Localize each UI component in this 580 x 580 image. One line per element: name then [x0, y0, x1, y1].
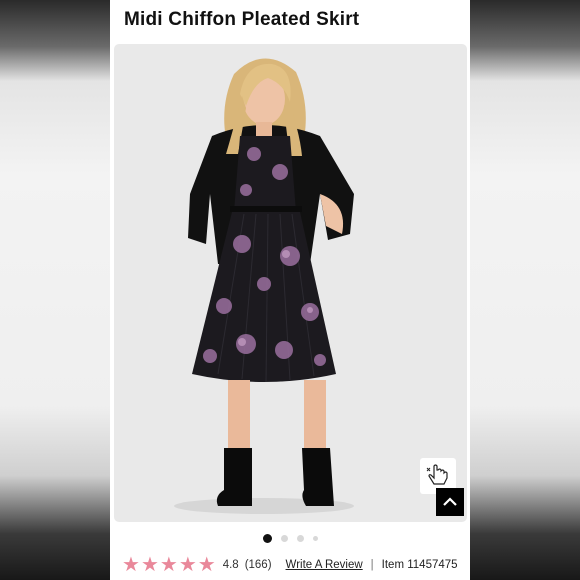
product-image[interactable]: [114, 44, 467, 522]
gallery-pagination: [110, 532, 470, 544]
star-icon: ★: [178, 554, 197, 576]
item-number: Item 11457475: [381, 559, 458, 571]
gallery-dot-1[interactable]: [262, 533, 272, 543]
model-illustration: [174, 58, 354, 514]
star-icon: ★: [197, 554, 216, 576]
product-page: Midi Chiffon Pleated Skirt ★ ★ ★ ★ ★ 4.8…: [110, 0, 470, 580]
star-icon: ★: [140, 554, 159, 576]
chevron-up-icon: [443, 497, 457, 506]
background-right: [470, 0, 580, 580]
gallery-dot-3[interactable]: [296, 534, 304, 542]
scroll-to-top-button[interactable]: [436, 488, 464, 516]
star-icon: ★: [159, 554, 178, 576]
background-left: [0, 0, 110, 580]
star-rating: ★ ★ ★ ★ ★: [122, 555, 216, 575]
rating-bar: ★ ★ ★ ★ ★ 4.8 (166) Write A Review | Ite…: [122, 554, 458, 576]
separator: |: [370, 559, 374, 571]
gallery-dot-2[interactable]: [280, 534, 288, 542]
review-count: (166): [244, 559, 272, 571]
star-icon: ★: [122, 554, 140, 576]
write-review-link[interactable]: Write A Review: [286, 559, 363, 571]
gallery-dot-4[interactable]: [312, 535, 318, 541]
product-title: Midi Chiffon Pleated Skirt: [124, 9, 360, 30]
rating-value: 4.8: [222, 559, 239, 571]
